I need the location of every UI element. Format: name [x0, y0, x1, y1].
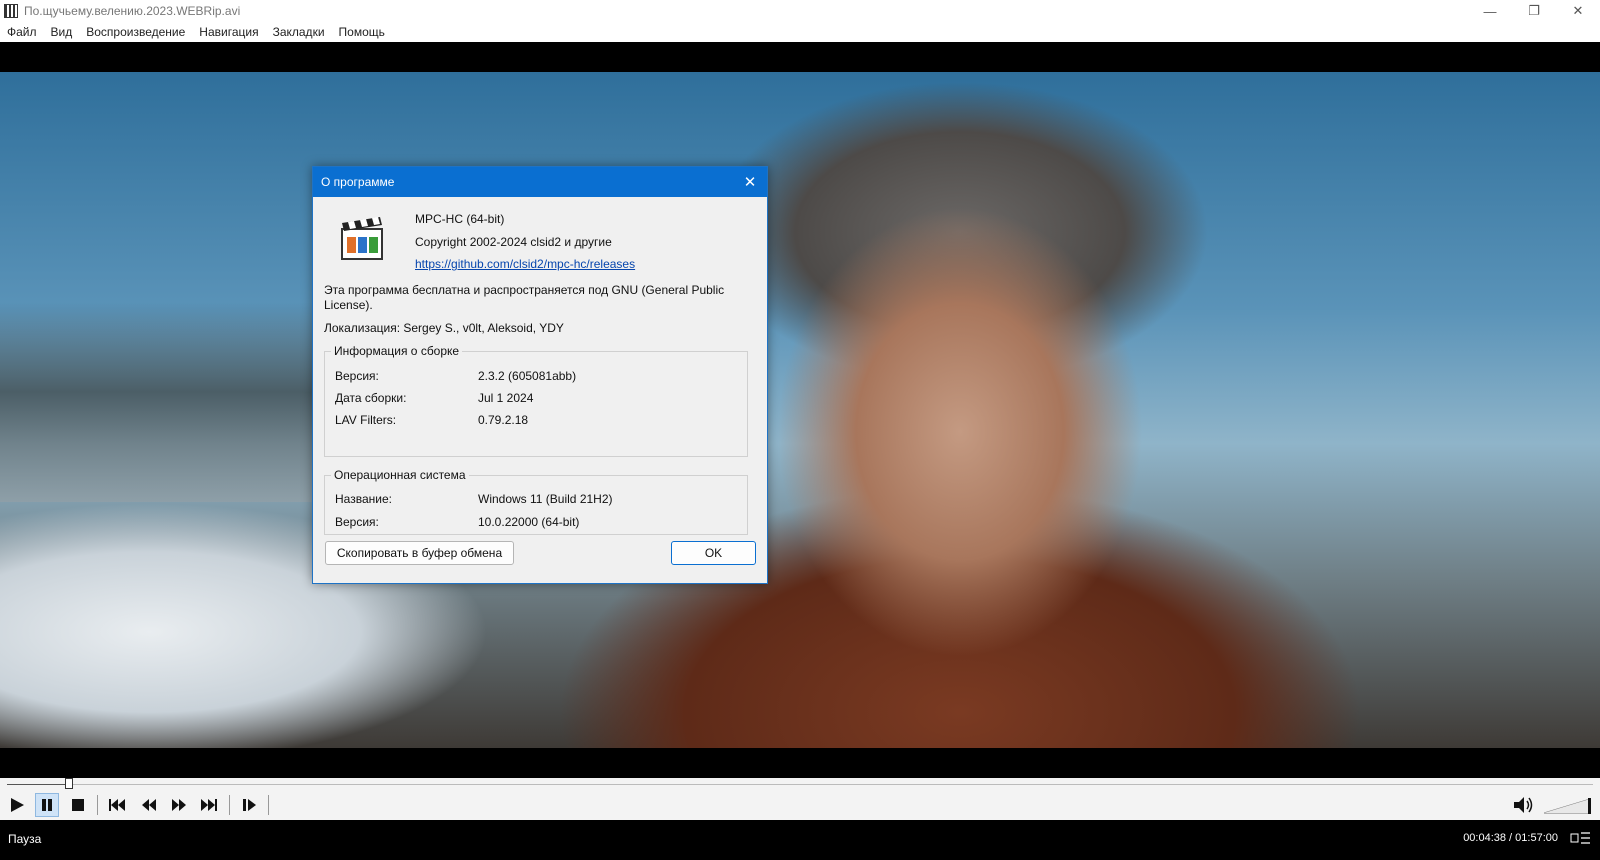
- mpc-logo-icon: [341, 217, 383, 260]
- fast-forward-button[interactable]: [167, 793, 191, 817]
- stop-button[interactable]: [66, 793, 90, 817]
- menu-bookmarks[interactable]: Закладки: [273, 25, 325, 39]
- copyright-text: Copyright 2002-2024 clsid2 и другие: [415, 235, 612, 249]
- playback-controls: [0, 790, 1600, 820]
- dialog-title-bar: О программе ✕: [313, 167, 767, 197]
- play-icon: [11, 798, 24, 812]
- build-info-label: Информация о сборке: [331, 344, 463, 358]
- pause-button[interactable]: [35, 793, 59, 817]
- build-date-value: Jul 1 2024: [478, 391, 534, 405]
- build-version-value: 2.3.2 (605081abb): [478, 369, 577, 383]
- signal-icon: [1570, 832, 1590, 844]
- app-icon: [4, 4, 18, 18]
- seek-bar[interactable]: [0, 778, 1600, 790]
- status-bar: Пауза 00:04:38 / 01:57:00: [0, 820, 1600, 860]
- video-frame: [0, 72, 1600, 748]
- build-date-key: Дата сборки:: [335, 391, 407, 405]
- next-button[interactable]: [197, 793, 221, 817]
- minimize-button[interactable]: —: [1468, 0, 1512, 22]
- releases-link[interactable]: https://github.com/clsid2/mpc-hc/release…: [415, 257, 635, 271]
- rewind-button[interactable]: [137, 793, 161, 817]
- skip-previous-icon: [109, 799, 125, 811]
- rewind-icon: [142, 799, 156, 811]
- skip-next-icon: [201, 799, 217, 811]
- os-name-key: Название:: [335, 492, 392, 506]
- seek-track: [7, 784, 1593, 785]
- stop-icon: [72, 799, 84, 811]
- dialog-title: О программе: [321, 175, 395, 189]
- menu-file[interactable]: Файл: [7, 25, 37, 39]
- mute-button[interactable]: [1512, 793, 1536, 817]
- playback-state: Пауза: [8, 832, 42, 846]
- pause-icon: [42, 799, 52, 811]
- menu-view[interactable]: Вид: [51, 25, 73, 39]
- title-bar: По.щучьему.велению.2023.WEBRip.avi — ❐ ✕: [0, 0, 1600, 22]
- controls-separator: [97, 795, 98, 815]
- time-display: 00:04:38 / 01:57:00: [1463, 832, 1558, 844]
- product-name: MPC-HC (64-bit): [415, 212, 505, 226]
- close-button[interactable]: ✕: [1556, 0, 1600, 22]
- localization-text: Локализация: Sergey S., v0lt, Aleksoid, …: [324, 321, 564, 335]
- controls-separator: [229, 795, 230, 815]
- license-text-line1: Эта программа бесплатна и распространяет…: [324, 283, 725, 297]
- fast-forward-icon: [172, 799, 186, 811]
- controls-separator: [268, 795, 269, 815]
- play-button[interactable]: [5, 793, 29, 817]
- seek-thumb[interactable]: [64, 778, 73, 789]
- os-version-key: Версия:: [335, 515, 379, 529]
- volume-thumb[interactable]: [1588, 798, 1591, 814]
- menu-help[interactable]: Помощь: [339, 25, 385, 39]
- dialog-body: MPC-HC (64-bit) Copyright 2002-2024 clsi…: [313, 197, 767, 583]
- previous-button[interactable]: [105, 793, 129, 817]
- ok-button[interactable]: OK: [671, 541, 756, 565]
- os-info-group: Операционная система Название: Windows 1…: [324, 468, 748, 535]
- build-info-group: Информация о сборке Версия: 2.3.2 (60508…: [324, 344, 748, 457]
- window-title: По.щучьему.велению.2023.WEBRip.avi: [24, 4, 241, 18]
- window-controls: — ❐ ✕: [1468, 0, 1600, 22]
- os-name-value: Windows 11 (Build 21H2): [478, 492, 613, 506]
- menu-navigation[interactable]: Навигация: [199, 25, 258, 39]
- os-version-value: 10.0.22000 (64-bit): [478, 515, 580, 529]
- build-version-key: Версия:: [335, 369, 379, 383]
- os-info-label: Операционная система: [331, 468, 469, 482]
- lav-filters-key: LAV Filters:: [335, 413, 397, 427]
- license-text-line2: License).: [324, 298, 373, 312]
- seek-fill: [7, 784, 69, 785]
- menu-playback[interactable]: Воспроизведение: [86, 25, 185, 39]
- volume-icon: [1514, 797, 1533, 813]
- frame-step-button[interactable]: [237, 793, 261, 817]
- frame-step-icon: [243, 799, 256, 811]
- maximize-button[interactable]: ❐: [1512, 0, 1556, 22]
- copy-to-clipboard-button[interactable]: Скопировать в буфер обмена: [325, 541, 514, 565]
- video-area[interactable]: [0, 42, 1600, 778]
- dialog-close-icon[interactable]: ✕: [741, 173, 759, 191]
- lav-filters-value: 0.79.2.18: [478, 413, 529, 427]
- about-dialog: О программе ✕ MPC-HC (64-bit) Copyright …: [312, 166, 768, 584]
- volume-slider[interactable]: [1544, 798, 1592, 814]
- menu-bar: Файл Вид Воспроизведение Навигация Закла…: [0, 22, 1600, 42]
